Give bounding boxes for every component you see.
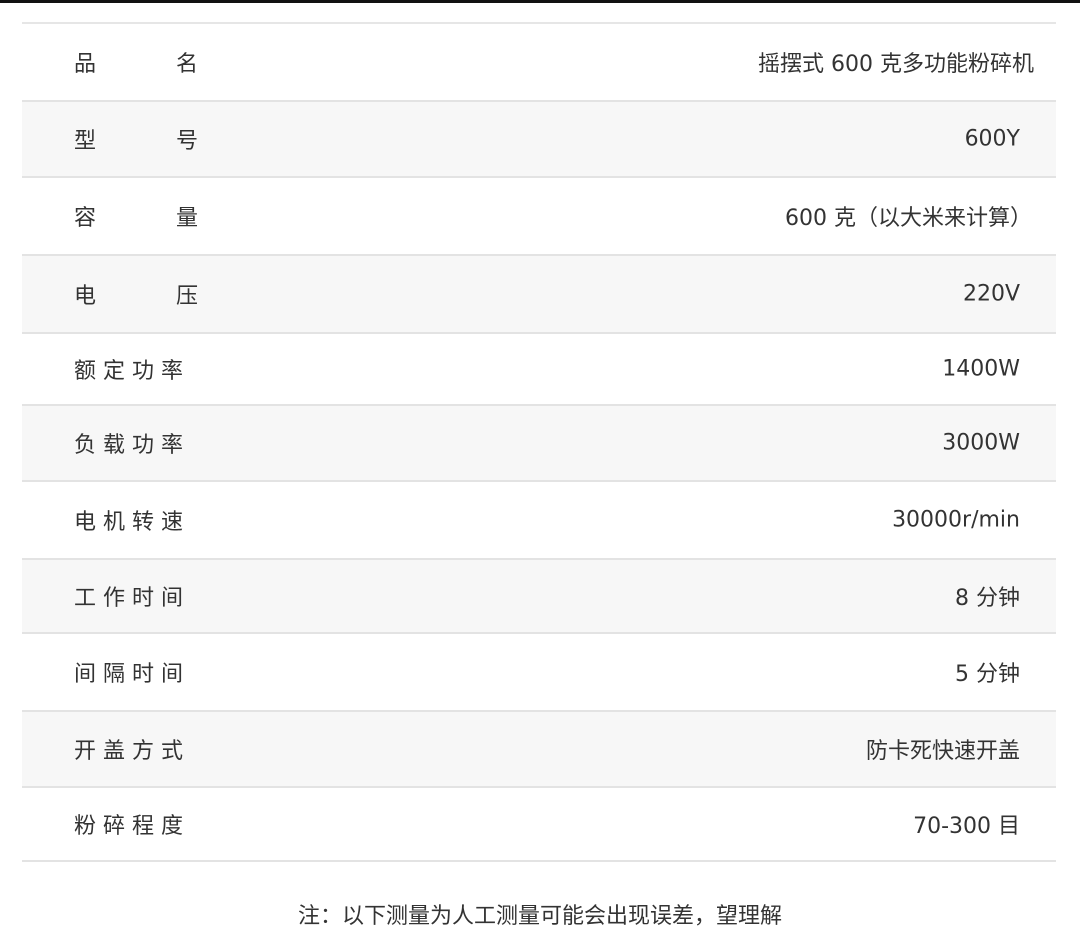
spec-label-char: 容 [74,206,97,231]
spec-value: 3000W [942,430,1020,456]
spec-row-grinding-fineness: 粉碎程度 70-300 目 [22,788,1056,862]
measurement-note: 注：以下测量为人工测量可能会出现误差，望理解 [297,904,782,929]
spec-label: 品 名 [74,46,198,78]
spec-row-voltage: 电 压 220V [22,256,1056,334]
spec-value: 70-300 目 [913,814,1020,839]
spec-label: 间隔时间 [74,662,191,687]
spec-row-product-name: 品 名 摇摆式 600 克多功能粉碎机 [22,24,1056,102]
spec-value: 5 分钟 [955,662,1020,687]
spec-label: 电机转速 [74,510,191,535]
spec-row-interval-time: 间隔时间 5 分钟 [22,634,1056,712]
spec-value: 防卡死快速开盖 [865,739,1020,764]
spec-value: 1400W [942,356,1020,382]
spec-label-char: 压 [175,284,198,309]
spec-label-char: 名 [175,52,198,77]
spec-label-char: 号 [175,129,198,154]
spec-label-char: 型 [74,129,97,154]
spec-label: 粉碎程度 [74,814,191,839]
spec-row-working-time: 工作时间 8 分钟 [22,560,1056,634]
spec-table: 品 名 摇摆式 600 克多功能粉碎机 型 号 600Y 容 量 600 克（以… [22,22,1056,862]
spec-label: 工作时间 [74,586,191,611]
spec-value: 600 克（以大米来计算） [785,206,1032,231]
spec-label: 型 号 [74,123,198,155]
spec-row-motor-speed: 电机转速 30000r/min [22,482,1056,560]
spec-value: 摇摆式 600 克多功能粉碎机 [758,52,1034,77]
spec-value: 8 分钟 [955,586,1020,611]
spec-row-lid-opening: 开盖方式 防卡死快速开盖 [22,712,1056,788]
spec-value: 220V [962,281,1020,307]
spec-row-load-power: 负载功率 3000W [22,406,1056,482]
spec-label: 容 量 [74,200,198,232]
spec-value: 30000r/min [892,507,1020,533]
spec-label: 电 压 [74,278,198,310]
spec-label-char: 量 [175,206,198,231]
spec-label-char: 电 [74,284,97,309]
top-edge-bar [0,0,1080,3]
spec-row-rated-power: 额定功率 1400W [22,334,1056,406]
spec-row-model: 型 号 600Y [22,102,1056,178]
spec-label-char: 品 [74,52,97,77]
spec-value: 600Y [964,126,1020,152]
spec-row-capacity: 容 量 600 克（以大米来计算） [22,178,1056,256]
spec-label: 开盖方式 [74,739,191,764]
spec-label: 负载功率 [74,433,191,458]
spec-label: 额定功率 [74,359,191,384]
